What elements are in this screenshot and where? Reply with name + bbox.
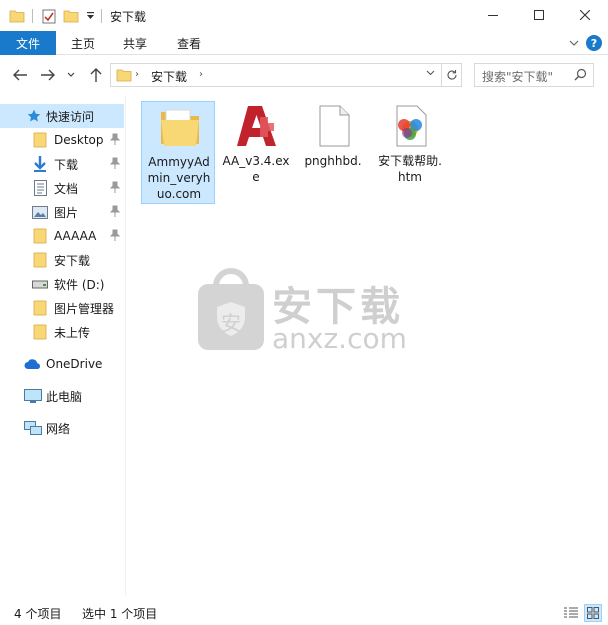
sidebar-item-desktop[interactable]: Desktop [0, 128, 124, 152]
file-item[interactable]: 安下载帮助.htm [373, 101, 447, 204]
file-item[interactable]: pnghhbd. [296, 101, 370, 204]
pin-icon[interactable] [109, 205, 121, 220]
selection-count: 选中 1 个项目 [82, 607, 158, 621]
file-item[interactable]: AmmyyAdmin_veryhuo.com [141, 101, 215, 204]
item-count: 4 个项目 [14, 607, 62, 621]
tab-share[interactable]: 共享 [110, 31, 160, 55]
folder-icon [157, 104, 203, 150]
sidebar-item-network[interactable]: 网络 [0, 416, 124, 440]
status-bar: 4 个项目 选中 1 个项目 [0, 601, 608, 625]
sidebar-item-onedrive[interactable]: OneDrive [0, 352, 124, 376]
minimize-button[interactable] [470, 0, 516, 30]
separator [101, 9, 102, 23]
pin-icon[interactable] [109, 181, 121, 196]
pin-icon[interactable] [109, 157, 121, 172]
file-name: AA_v3.4.exe [222, 154, 290, 184]
pin-icon[interactable] [109, 133, 121, 148]
ammyy-app-icon [234, 103, 280, 149]
sidebar-item-label: 安下载 [54, 253, 91, 268]
sidebar-item-label: 快速访问 [46, 109, 95, 124]
cloud-icon [24, 356, 42, 372]
large-icons-view-icon[interactable] [584, 604, 602, 622]
folder-icon [116, 68, 132, 85]
file-name: pnghhbd. [304, 154, 362, 168]
sidebar-item-label: 此电脑 [46, 389, 83, 404]
sidebar-item-label: AAAAA [54, 229, 97, 243]
ribbon-collapse-icon[interactable] [566, 35, 582, 51]
sidebar-item-label: OneDrive [46, 357, 103, 371]
folder-icon [32, 324, 48, 340]
folder-icon [32, 300, 48, 316]
sidebar-item-anxiazai[interactable]: 安下载 [0, 248, 124, 272]
back-button[interactable] [10, 65, 30, 85]
computer-icon [24, 388, 42, 404]
sidebar-item-picture-manager[interactable]: 图片管理器 [0, 296, 124, 320]
sidebar-item-not-uploaded[interactable]: 未上传 [0, 320, 124, 344]
new-folder-icon[interactable] [62, 7, 80, 25]
star-icon [26, 108, 42, 124]
sidebar-item-quick-access[interactable]: 快速访问 [0, 104, 124, 128]
drive-icon [32, 276, 48, 292]
tab-view[interactable]: 查看 [164, 31, 214, 55]
pin-icon[interactable] [109, 229, 121, 244]
breadcrumb-chevron-icon[interactable]: › [135, 69, 139, 80]
search-icon[interactable] [574, 68, 587, 84]
sidebar-item-drive-d[interactable]: 软件 (D:) [0, 272, 124, 296]
sidebar-item-label: Desktop [54, 133, 104, 147]
refresh-button[interactable] [441, 64, 461, 86]
up-button[interactable] [86, 65, 106, 85]
help-icon[interactable]: ? [586, 35, 602, 51]
network-icon [24, 420, 42, 436]
breadcrumb-chevron-icon[interactable]: › [199, 69, 203, 80]
recent-locations-button[interactable] [64, 65, 78, 85]
pane-divider[interactable] [125, 96, 126, 596]
sidebar-item-label: 未上传 [54, 325, 91, 340]
sidebar-item-label: 网络 [46, 421, 71, 436]
folder-icon [32, 132, 48, 148]
details-view-icon[interactable] [562, 604, 580, 622]
watermark-shield-char: 安 [221, 311, 241, 335]
file-name: AmmyyAdmin_veryhuo.com [147, 155, 211, 201]
tab-home[interactable]: 主页 [58, 31, 108, 55]
shopping-bag-icon: 安 [198, 268, 264, 350]
sidebar-item-label: 软件 (D:) [54, 277, 105, 292]
navigation-pane: 快速访问 Desktop 下载 文档 图片 AAAAA 安下载 软件 (D:) … [0, 96, 126, 596]
sidebar-item-documents[interactable]: 文档 [0, 176, 124, 200]
watermark: 安 安下载 anxz.com [194, 268, 414, 358]
tab-file[interactable]: 文件 [0, 31, 56, 55]
document-icon [32, 180, 48, 196]
search-input[interactable]: 搜索"安下载" [482, 68, 553, 85]
properties-icon[interactable] [40, 7, 58, 25]
download-icon [32, 156, 48, 172]
blank-file-icon [311, 103, 357, 149]
ribbon: 文件 主页 共享 查看 ? [0, 31, 608, 55]
folder-icon [8, 7, 26, 25]
address-dropdown-icon[interactable] [426, 69, 435, 79]
sidebar-item-pictures[interactable]: 图片 [0, 200, 124, 224]
sidebar-item-aaaaa[interactable]: AAAAA [0, 224, 124, 248]
close-button[interactable] [562, 0, 608, 30]
htm-file-icon [388, 103, 434, 149]
sidebar-item-downloads[interactable]: 下载 [0, 152, 124, 176]
sidebar-item-label: 文档 [54, 181, 79, 196]
address-bar[interactable]: › 安下载 › [110, 63, 462, 87]
folder-icon [32, 228, 48, 244]
title-bar: 安下载 [0, 0, 608, 32]
forward-button[interactable] [38, 65, 58, 85]
file-item[interactable]: AA_v3.4.exe [219, 101, 293, 204]
customize-toolbar-icon[interactable] [84, 7, 96, 25]
sidebar-item-label: 下载 [54, 157, 79, 172]
window-title: 安下载 [110, 10, 147, 24]
breadcrumb-current[interactable]: 安下载 [151, 68, 187, 85]
sidebar-item-label: 图片管理器 [54, 301, 115, 316]
separator [32, 9, 33, 23]
picture-icon [32, 204, 48, 220]
folder-icon [32, 252, 48, 268]
file-name: 安下载帮助.htm [378, 154, 442, 184]
search-box[interactable]: 搜索"安下载" [474, 63, 594, 87]
maximize-button[interactable] [516, 0, 562, 30]
sidebar-item-this-pc[interactable]: 此电脑 [0, 384, 124, 408]
watermark-subtext: anxz.com [272, 322, 407, 355]
sidebar-item-label: 图片 [54, 205, 79, 220]
